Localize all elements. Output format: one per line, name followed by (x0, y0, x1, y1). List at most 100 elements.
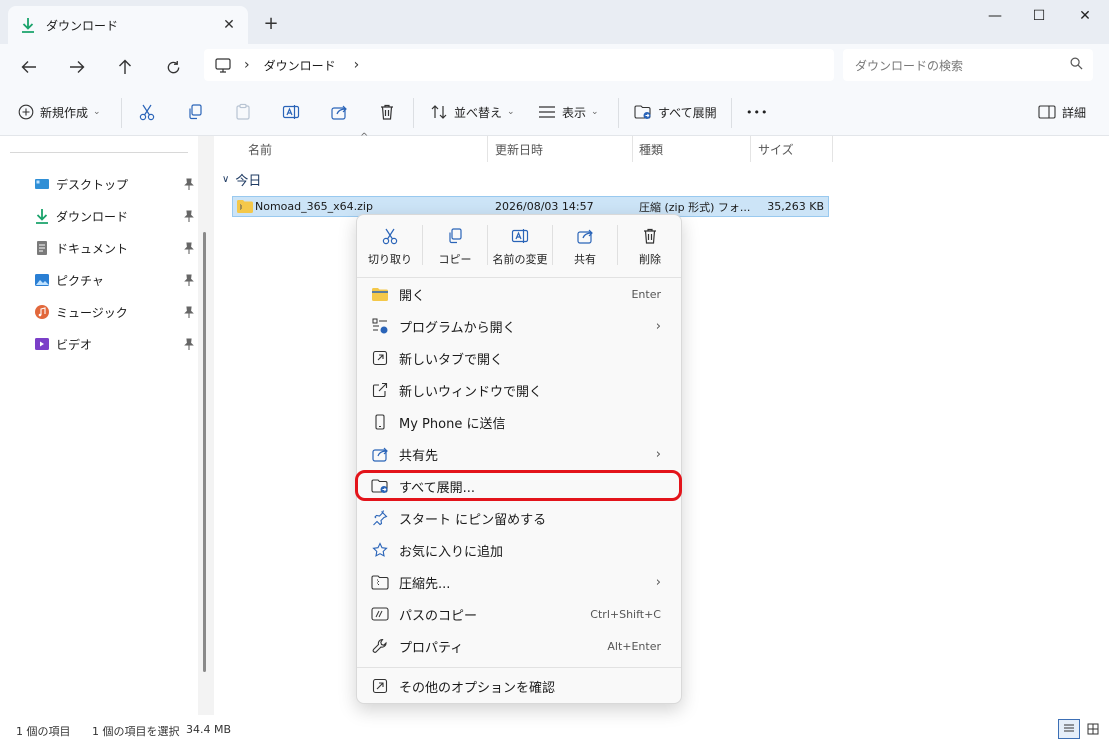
menu-item-share-to[interactable]: 共有先 › (365, 439, 675, 469)
paste-button[interactable] (234, 98, 258, 126)
delete-button[interactable] (378, 98, 402, 126)
pin-icon[interactable] (184, 338, 194, 353)
new-tab-button[interactable]: + (258, 10, 284, 36)
sidebar-item-music[interactable]: ミュージック (34, 298, 198, 326)
search-input[interactable]: ダウンロードの検索 (843, 49, 1093, 81)
rename-action[interactable]: 名前の変更 (490, 223, 550, 271)
cut-label: 切り取り (368, 253, 412, 266)
tiles-view-button[interactable] (1082, 719, 1104, 739)
file-name: Nomoad_365_x64.zip (255, 200, 373, 213)
more-options-button[interactable]: ••• (746, 98, 768, 126)
sidebar-item-videos[interactable]: ビデオ (34, 330, 198, 358)
pin-icon[interactable] (184, 178, 194, 193)
chevron-down-icon: ⌄ (507, 107, 515, 117)
menu-item-more-options[interactable]: その他のオプションを確認 (365, 671, 675, 701)
menu-item-pin-to-start[interactable]: スタート にピン留めする (365, 503, 675, 533)
copy-action[interactable]: コピー (425, 223, 485, 271)
delete-icon (641, 225, 659, 247)
sidebar-item-label: ミュージック (56, 305, 128, 320)
menu-item-properties[interactable]: プロパティ Alt+Enter (365, 631, 675, 661)
new-label: 新規作成 (40, 105, 89, 120)
rename-button[interactable] (282, 98, 306, 126)
navigation-scrollbar-thumb[interactable] (203, 232, 206, 672)
delete-action[interactable]: 削除 (620, 223, 680, 271)
computer-icon (214, 56, 232, 74)
sidebar-item-downloads[interactable]: ダウンロード (34, 202, 198, 230)
cut-button[interactable] (138, 98, 162, 126)
pin-icon[interactable] (184, 210, 194, 225)
download-icon (34, 208, 50, 224)
sidebar-item-documents[interactable]: ドキュメント (34, 234, 198, 262)
column-size-label: サイズ (758, 142, 794, 157)
column-date-label: 更新日時 (495, 142, 544, 157)
menu-item-open[interactable]: 開く Enter (365, 279, 675, 309)
minimize-button[interactable]: — (972, 0, 1018, 32)
menu-item-label: その他のオプションを確認 (399, 680, 556, 696)
group-header-today[interactable]: ∨ 今日 (222, 170, 261, 189)
download-icon (20, 17, 36, 33)
breadcrumb-separator[interactable]: › (244, 57, 250, 73)
breadcrumb-separator[interactable]: › (354, 57, 360, 73)
star-icon (371, 541, 389, 559)
divider (731, 98, 732, 128)
menu-item-open-with[interactable]: プログラムから開く › (365, 311, 675, 341)
address-row: › ダウンロード › ダウンロードの検索 (0, 44, 1109, 88)
navigation-scrollbar-track[interactable] (198, 136, 214, 715)
new-button[interactable]: 新規作成 ⌄ (18, 98, 101, 126)
menu-item-compress-to[interactable]: 圧縮先... › (365, 567, 675, 597)
tab-close-button[interactable]: ✕ (216, 12, 242, 38)
divider (422, 225, 423, 265)
document-icon (34, 240, 50, 256)
sidebar-item-pictures[interactable]: ピクチャ (34, 266, 198, 294)
column-header-size[interactable]: サイズ (752, 136, 833, 162)
cut-action[interactable]: 切り取り (360, 223, 420, 271)
copy-button[interactable] (186, 98, 210, 126)
extract-all-button[interactable]: すべて展開 (634, 98, 717, 126)
chevron-down-icon: ⌄ (93, 107, 101, 117)
shortcut-hint: Alt+Enter (607, 639, 661, 653)
close-button[interactable]: ✕ (1062, 0, 1108, 32)
share-action[interactable]: 共有 (555, 223, 615, 271)
sidebar-item-desktop[interactable]: デスクトップ (34, 170, 198, 198)
up-button[interactable] (110, 52, 140, 82)
details-view-button[interactable] (1058, 719, 1080, 739)
sidebar-item-label: ビデオ (56, 337, 93, 352)
menu-item-send-to-phone[interactable]: My Phone に送信 (365, 407, 675, 437)
sort-icon (431, 105, 447, 119)
menu-item-open-new-window[interactable]: 新しいウィンドウで開く (365, 375, 675, 405)
menu-item-label: 圧縮先... (399, 576, 451, 592)
column-type-label: 種類 (639, 142, 664, 157)
tab-downloads[interactable]: ダウンロード ✕ (8, 6, 248, 44)
back-button[interactable] (14, 52, 44, 82)
share-button[interactable] (330, 98, 354, 126)
sidebar-item-label: ドキュメント (56, 241, 129, 256)
menu-item-copy-path[interactable]: パスのコピー Ctrl+Shift+C (365, 599, 675, 629)
menu-item-open-new-tab[interactable]: 新しいタブで開く (365, 343, 675, 373)
view-button[interactable]: 表示 ⌄ (538, 98, 599, 126)
menu-item-label: プログラムから開く (399, 320, 516, 336)
menu-item-label: 新しいウィンドウで開く (399, 384, 543, 400)
list-view-icon (1064, 724, 1074, 732)
view-icon (539, 106, 555, 118)
share-icon (331, 105, 347, 120)
breadcrumb-downloads[interactable]: ダウンロード (264, 57, 336, 74)
column-header-date[interactable]: 更新日時 (489, 136, 633, 162)
maximize-button[interactable]: ☐ (1016, 0, 1062, 32)
file-type: 圧縮 (zip 形式) フォ... (639, 200, 751, 214)
sort-ascending-icon: ^ (360, 132, 369, 143)
address-bar[interactable]: › ダウンロード › (204, 49, 834, 81)
forward-button[interactable] (62, 52, 92, 82)
pin-icon[interactable] (184, 274, 194, 289)
details-label: 詳細 (1062, 105, 1087, 120)
details-pane-button[interactable]: 詳細 (1038, 98, 1086, 126)
refresh-button[interactable] (158, 52, 188, 82)
pin-icon[interactable] (184, 242, 194, 257)
column-header-type[interactable]: 種類 (633, 136, 751, 162)
more-options-icon (371, 677, 389, 695)
menu-item-add-favorites[interactable]: お気に入りに追加 (365, 535, 675, 565)
pin-icon[interactable] (184, 306, 194, 321)
group-label: 今日 (235, 174, 262, 189)
sidebar-item-label: ダウンロード (56, 209, 129, 224)
tab-title: ダウンロード (46, 18, 119, 33)
sort-button[interactable]: 並べ替え ⌄ (430, 98, 515, 126)
